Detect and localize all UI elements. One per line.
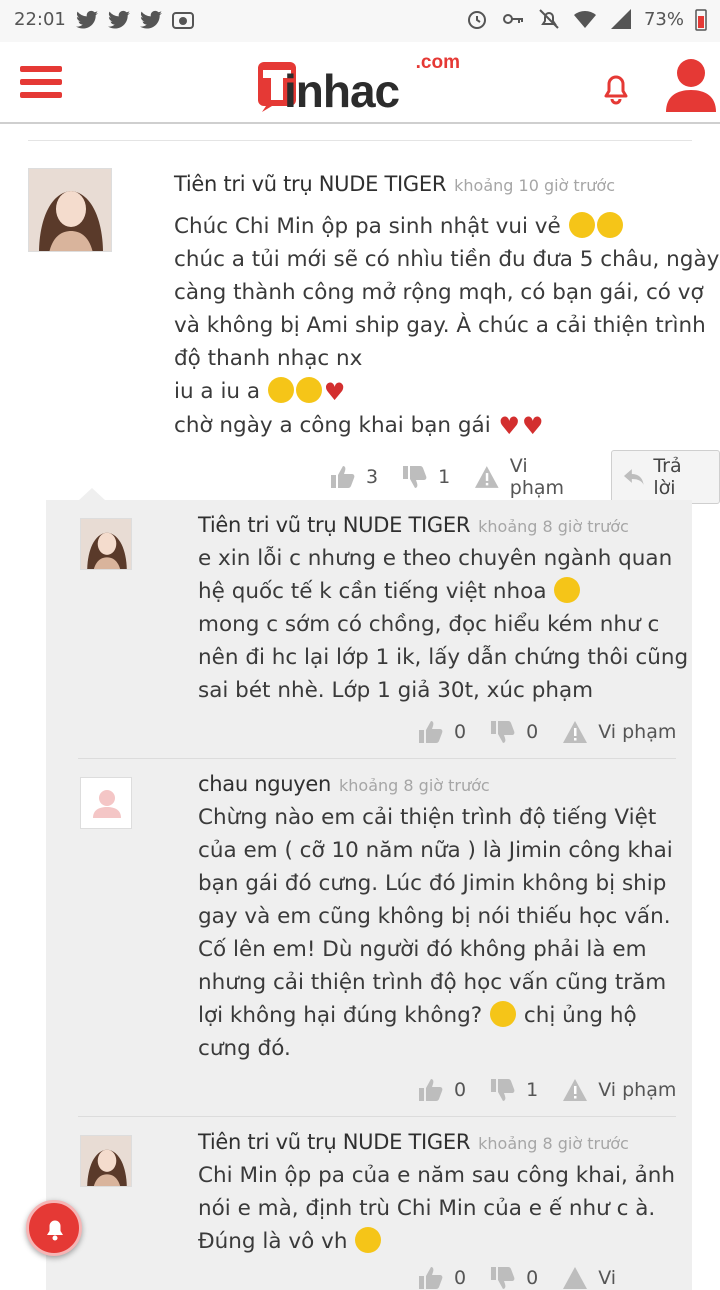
surprised-emoji [355, 1227, 382, 1253]
twitter-icon [76, 10, 98, 29]
thumbs-down-icon [491, 1079, 515, 1101]
kiss-emoji [295, 377, 322, 403]
reply-time: khoảng 8 giờ trước [478, 517, 629, 536]
notification-bell-button[interactable] [26, 1200, 82, 1256]
battery-level: 73% [643, 8, 684, 30]
alarm-icon [467, 11, 486, 29]
like-button[interactable]: 0 [418, 1078, 466, 1102]
reply-time: khoảng 8 giờ trước [339, 776, 490, 795]
reply-actions: 0 0 Vi phạm [418, 720, 700, 744]
divider [28, 140, 692, 141]
thumbs-up-icon [419, 1079, 443, 1101]
reply-time: khoảng 8 giờ trước [478, 1134, 629, 1153]
thumbs-down-icon [491, 721, 515, 743]
report-button[interactable]: Vi phạm [562, 720, 676, 744]
site-header: .com inhac [0, 42, 720, 124]
divider [78, 1116, 676, 1117]
reply-icon [623, 469, 644, 485]
divider [78, 758, 676, 759]
photo-icon [172, 12, 194, 29]
comment-author[interactable]: Tiên tri vũ trụ NUDE TIGER khoảng 10 giờ … [174, 172, 615, 196]
avatar[interactable] [80, 777, 132, 829]
logo-text: inhac [284, 65, 400, 117]
warning-icon [563, 1079, 588, 1101]
twitter-icon [140, 10, 162, 29]
report-button[interactable]: Vi phạm [562, 1078, 676, 1102]
user-account-icon[interactable] [664, 56, 718, 112]
like-button[interactable]: 3 [330, 465, 378, 489]
hamburger-menu-icon[interactable] [20, 66, 62, 102]
reply-author[interactable]: Tiên tri vũ trụ NUDE TIGER khoảng 8 giờ t… [198, 513, 629, 537]
heart-emoji: ♥ [498, 412, 521, 440]
heart-eyes-emoji [596, 212, 623, 238]
dislike-count: 1 [438, 466, 451, 488]
key-icon [502, 14, 523, 24]
heart-eyes-emoji [568, 212, 595, 238]
avatar[interactable] [28, 168, 112, 252]
reply-body: e xin lỗi c nhưng e theo chuyên ngành qu… [198, 546, 689, 703]
warning-icon [563, 1267, 588, 1289]
comment-body: Chúc Chi Min ộp pa sinh nhật vui vẻ chúc… [174, 210, 719, 443]
avatar[interactable] [80, 1135, 132, 1187]
like-button[interactable]: 0 [418, 720, 466, 744]
comment-time: khoảng 10 giờ trước [454, 176, 616, 195]
bell-icon [47, 1220, 63, 1241]
kiss-emoji [554, 577, 581, 603]
status-time: 22:01 [14, 9, 66, 30]
bell-icon[interactable] [596, 68, 636, 108]
reply-body: Chừng nào em cải thiện trình độ tiếng Vi… [198, 805, 673, 1061]
reply-body: Chi Min ộp pa của e năm sau công khai, ả… [198, 1163, 676, 1254]
reply-actions: 0 0 Vi [418, 1266, 640, 1290]
thumbs-up-icon [419, 721, 443, 743]
like-count: 3 [366, 466, 379, 488]
thumbs-up-icon [331, 466, 355, 488]
mute-icon [539, 9, 559, 29]
logo-domain: .com [415, 52, 460, 73]
heart-emoji: ♥ [522, 412, 544, 440]
reply-author[interactable]: chau nguyen khoảng 8 giờ trước [198, 772, 490, 796]
like-button[interactable]: 0 [418, 1266, 466, 1290]
dislike-button[interactable]: 0 [490, 720, 538, 744]
kiss-emoji [490, 1001, 517, 1027]
heart-eyes-emoji [267, 377, 294, 403]
twitter-icon [108, 10, 130, 29]
thumbs-down-icon [403, 466, 427, 488]
dislike-button[interactable]: 1 [490, 1078, 538, 1102]
battery-icon [695, 9, 707, 31]
wifi-icon [573, 10, 596, 28]
dislike-button[interactable]: 0 [490, 1266, 538, 1290]
thumbs-up-icon [419, 1267, 443, 1289]
heart-emoji: ♥ [323, 378, 346, 406]
warning-icon [563, 721, 588, 743]
dislike-button[interactable]: 1 [402, 465, 450, 489]
reply-button[interactable]: Trả lời [610, 450, 720, 504]
report-button[interactable]: Vi phạm [474, 455, 587, 499]
warning-icon [475, 466, 499, 488]
status-bar: 22:01 73% [0, 0, 720, 42]
site-logo[interactable]: .com inhac [258, 52, 464, 118]
reply-actions: 0 1 Vi phạm [418, 1078, 700, 1102]
avatar[interactable] [80, 518, 132, 570]
report-button[interactable]: Vi [562, 1266, 616, 1290]
thumbs-down-icon [491, 1267, 515, 1289]
comment-actions: 3 1 Vi phạm Trả lời [330, 450, 720, 504]
reply-author[interactable]: Tiên tri vũ trụ NUDE TIGER khoảng 8 giờ t… [198, 1130, 629, 1154]
signal-icon [610, 9, 631, 29]
